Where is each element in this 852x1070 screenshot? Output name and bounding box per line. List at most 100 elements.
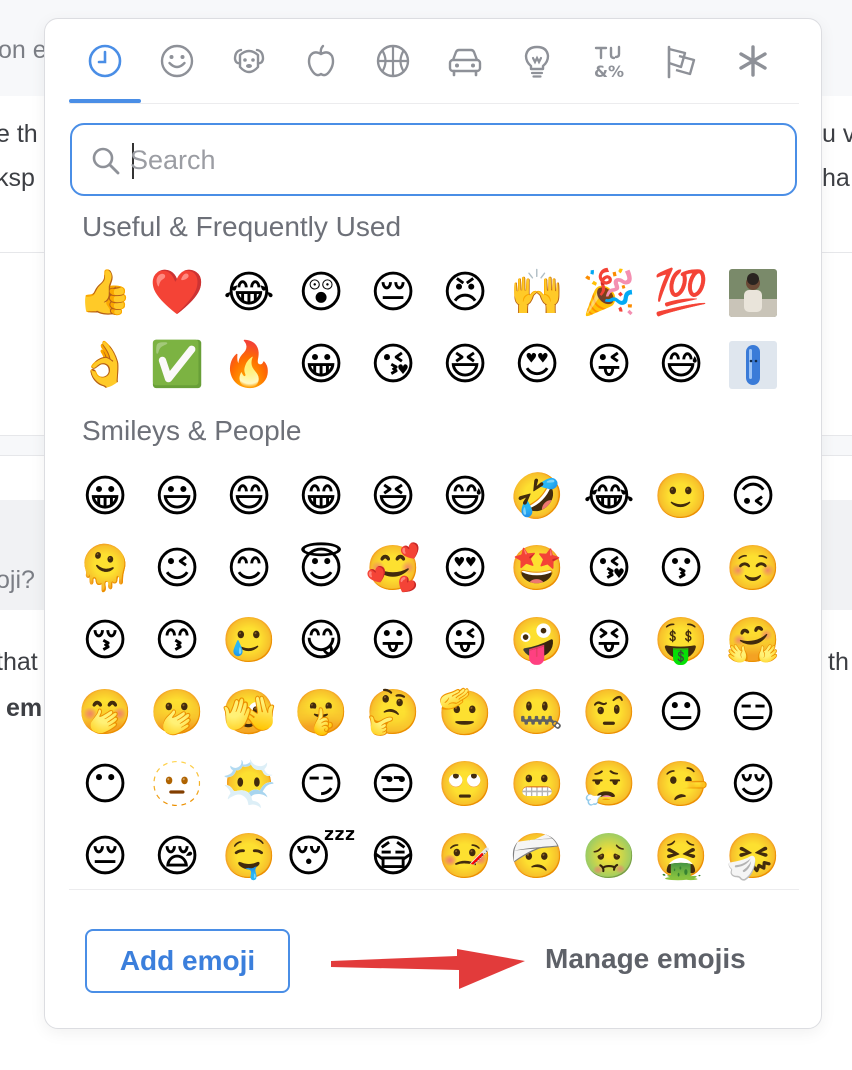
- emoji-cell[interactable]: 🤮: [645, 821, 717, 889]
- emoji-cell[interactable]: 🤫: [285, 677, 357, 749]
- emoji-cell[interactable]: 🫡: [429, 677, 501, 749]
- emoji-cell[interactable]: 😛: [357, 605, 429, 677]
- emoji-cell[interactable]: 🤭: [69, 677, 141, 749]
- search-input[interactable]: [130, 137, 770, 183]
- bg-text: that: [0, 648, 38, 676]
- emoji-cell[interactable]: 😏: [285, 749, 357, 821]
- emoji-cell[interactable]: 🫥: [141, 749, 213, 821]
- emoji-cell[interactable]: 😉: [141, 533, 213, 605]
- search-box[interactable]: [70, 123, 797, 196]
- tab-recent[interactable]: [69, 41, 141, 103]
- custom-emoji-pill[interactable]: [717, 329, 789, 401]
- emoji-cell[interactable]: 😠: [429, 257, 501, 329]
- emoji-cell[interactable]: 🫠: [69, 533, 141, 605]
- emoji-cell[interactable]: 😜: [573, 329, 645, 401]
- emoji-cell[interactable]: 😘: [357, 329, 429, 401]
- tab-objects[interactable]: [501, 41, 573, 103]
- emoji-cell[interactable]: 😀: [285, 329, 357, 401]
- emoji-cell[interactable]: 😂: [213, 257, 285, 329]
- emoji-cell[interactable]: 🤧: [717, 821, 789, 889]
- emoji-cell[interactable]: 😃: [141, 461, 213, 533]
- emoji-cell[interactable]: 😄: [213, 461, 285, 533]
- emoji-cell[interactable]: 😀: [69, 461, 141, 533]
- emoji-cell[interactable]: ✅: [141, 329, 213, 401]
- emoji-cell[interactable]: 😲: [285, 257, 357, 329]
- emoji-cell[interactable]: 🤔: [357, 677, 429, 749]
- emoji-cell[interactable]: 😔: [357, 257, 429, 329]
- emoji-cell[interactable]: 😮‍💨: [573, 749, 645, 821]
- emoji-cell[interactable]: 🥰: [357, 533, 429, 605]
- emoji-cell[interactable]: 😅: [645, 329, 717, 401]
- emoji-cell[interactable]: 😙: [141, 605, 213, 677]
- emoji-glyph: 🤕: [509, 831, 565, 882]
- emoji-glyph: 🙂: [653, 471, 709, 522]
- emoji-cell[interactable]: 😴: [285, 821, 357, 889]
- emoji-cell[interactable]: 👍: [69, 257, 141, 329]
- emoji-cell[interactable]: 😷: [357, 821, 429, 889]
- emoji-cell[interactable]: 🤢: [573, 821, 645, 889]
- emoji-cell[interactable]: 🎉: [573, 257, 645, 329]
- emoji-cell[interactable]: 👌: [69, 329, 141, 401]
- emoji-cell[interactable]: 😗: [645, 533, 717, 605]
- emoji-cell[interactable]: 😪: [141, 821, 213, 889]
- emoji-cell[interactable]: 😍: [429, 533, 501, 605]
- tab-custom[interactable]: [717, 41, 789, 103]
- tab-travel[interactable]: [429, 41, 501, 103]
- emoji-glyph: 🤮: [653, 831, 709, 882]
- emoji-cell[interactable]: 😁: [285, 461, 357, 533]
- emoji-cell[interactable]: 😝: [573, 605, 645, 677]
- emoji-cell[interactable]: 😇: [285, 533, 357, 605]
- emoji-cell[interactable]: 🙂: [645, 461, 717, 533]
- emoji-cell[interactable]: 😜: [429, 605, 501, 677]
- emoji-cell[interactable]: 🤣: [501, 461, 573, 533]
- emoji-cell[interactable]: 🤥: [645, 749, 717, 821]
- emoji-cell[interactable]: 🫢: [141, 677, 213, 749]
- emoji-cell[interactable]: 🙌: [501, 257, 573, 329]
- emoji-cell[interactable]: 😶‍🌫️: [213, 749, 285, 821]
- emoji-glyph: 🥲: [221, 615, 277, 666]
- emoji-cell[interactable]: 😊: [213, 533, 285, 605]
- emoji-glyph: 😃: [154, 471, 200, 522]
- emoji-cell[interactable]: 😆: [429, 329, 501, 401]
- manage-emojis-link[interactable]: Manage emojis: [545, 943, 746, 975]
- tab-food[interactable]: [285, 41, 357, 103]
- tab-animals[interactable]: [213, 41, 285, 103]
- emoji-cell[interactable]: 🤤: [213, 821, 285, 889]
- tab-flags[interactable]: [645, 41, 717, 103]
- emoji-cell[interactable]: 🙃: [717, 461, 789, 533]
- emoji-cell[interactable]: 😂: [573, 461, 645, 533]
- emoji-cell[interactable]: 🤩: [501, 533, 573, 605]
- emoji-cell[interactable]: 😚: [69, 605, 141, 677]
- emoji-cell[interactable]: 🤐: [501, 677, 573, 749]
- emoji-cell[interactable]: 🤗: [717, 605, 789, 677]
- tab-activity[interactable]: [357, 41, 429, 103]
- emoji-cell[interactable]: ❤️: [141, 257, 213, 329]
- emoji-cell[interactable]: 😔: [69, 821, 141, 889]
- emoji-cell[interactable]: 😋: [285, 605, 357, 677]
- emoji-cell[interactable]: 🤑: [645, 605, 717, 677]
- emoji-cell[interactable]: 😌: [717, 749, 789, 821]
- emoji-cell[interactable]: 😬: [501, 749, 573, 821]
- emoji-cell[interactable]: 🥲: [213, 605, 285, 677]
- emoji-cell[interactable]: 😐: [645, 677, 717, 749]
- tab-symbols[interactable]: &%: [573, 41, 645, 103]
- tab-smileys[interactable]: [141, 41, 213, 103]
- emoji-cell[interactable]: 🙄: [429, 749, 501, 821]
- emoji-cell[interactable]: ☺️: [717, 533, 789, 605]
- emoji-cell[interactable]: 🤨: [573, 677, 645, 749]
- emoji-cell[interactable]: 🤪: [501, 605, 573, 677]
- emoji-cell[interactable]: 😑: [717, 677, 789, 749]
- emoji-cell[interactable]: 🤒: [429, 821, 501, 889]
- custom-emoji-photo[interactable]: [717, 257, 789, 329]
- emoji-cell[interactable]: 🫣: [213, 677, 285, 749]
- emoji-cell[interactable]: 😅: [429, 461, 501, 533]
- emoji-cell[interactable]: 😆: [357, 461, 429, 533]
- emoji-cell[interactable]: 😘: [573, 533, 645, 605]
- emoji-cell[interactable]: 😒: [357, 749, 429, 821]
- emoji-cell[interactable]: 🔥: [213, 329, 285, 401]
- add-emoji-button[interactable]: Add emoji: [85, 929, 290, 993]
- emoji-cell[interactable]: 🤕: [501, 821, 573, 889]
- emoji-cell[interactable]: 💯: [645, 257, 717, 329]
- emoji-cell[interactable]: 😶: [69, 749, 141, 821]
- emoji-cell[interactable]: 😍: [501, 329, 573, 401]
